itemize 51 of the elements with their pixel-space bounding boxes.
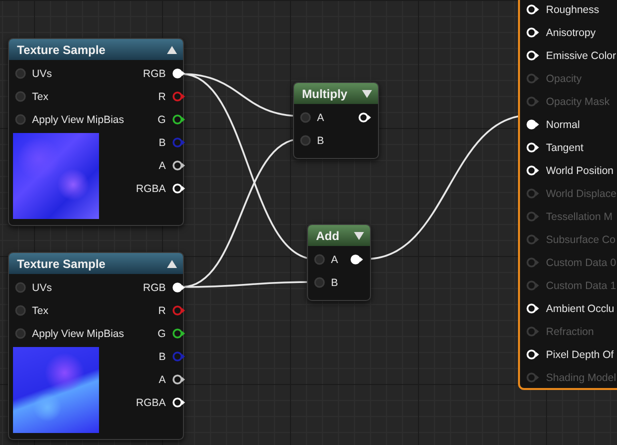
pin-label: World Position bbox=[546, 164, 614, 176]
node-header[interactable]: Texture Sample bbox=[9, 39, 183, 60]
pin-label: B bbox=[158, 350, 166, 362]
pin-label: Pixel Depth Of bbox=[546, 348, 614, 360]
pin-label: RGBA bbox=[136, 396, 166, 408]
pin-label: Custom Data 0 bbox=[546, 256, 616, 268]
pin-label: R bbox=[158, 90, 166, 102]
node-card[interactable]: Texture Sample UVs Tex Apply View MipBias RGB R G B A RGBA bbox=[8, 252, 184, 440]
pin-label: Ambient Occlu bbox=[546, 302, 614, 314]
pin-label: A bbox=[331, 254, 338, 266]
node-card[interactable]: Texture Sample UVs Tex Apply View MipBias RGB R G B A RGBA bbox=[8, 38, 184, 226]
pin-label: B bbox=[158, 136, 166, 148]
node-title: Texture Sample bbox=[17, 256, 106, 270]
pin-label: Tex bbox=[32, 90, 48, 102]
node-header[interactable]: Add bbox=[308, 225, 370, 246]
pin-label: Opacity Mask bbox=[546, 96, 610, 108]
pin-label: Roughness bbox=[546, 4, 600, 16]
pin-label: Emissive Color bbox=[546, 50, 616, 62]
pin-label: A bbox=[158, 374, 166, 386]
pin-label: RGBA bbox=[136, 182, 166, 194]
node-card[interactable]: Add A B bbox=[307, 224, 371, 301]
pin-label: G bbox=[158, 114, 166, 126]
node-title: Multiply bbox=[302, 86, 348, 100]
pin-label: Tangent bbox=[546, 142, 584, 154]
pin-label: B bbox=[317, 134, 324, 146]
node-card[interactable]: Multiply A B bbox=[293, 82, 379, 159]
pin-label: Shading Model bbox=[546, 372, 616, 384]
pin-label: RGB bbox=[143, 282, 166, 294]
pin-label: Tessellation M bbox=[546, 210, 613, 222]
pin-label: Custom Data 1 bbox=[546, 280, 616, 292]
node-title: Add bbox=[316, 228, 340, 242]
pin-label: R bbox=[158, 304, 166, 316]
pin-label: G bbox=[158, 328, 166, 340]
node-header[interactable]: Multiply bbox=[294, 83, 378, 104]
pin-label: Tex bbox=[32, 304, 48, 316]
pin-label: Apply View MipBias bbox=[32, 328, 124, 340]
pin-label: Anisotropy bbox=[546, 26, 596, 38]
pin-label: A bbox=[158, 160, 166, 172]
pin-label: UVs bbox=[32, 68, 52, 80]
pin-label: Refraction bbox=[546, 326, 594, 338]
pin-label: Opacity bbox=[546, 72, 582, 84]
pin-label: A bbox=[317, 112, 324, 124]
pin-label: B bbox=[331, 276, 338, 288]
pin-label: Subsurface Co bbox=[546, 234, 616, 246]
pin-label: World Displace bbox=[546, 188, 616, 200]
pin-label: Normal bbox=[546, 118, 580, 130]
pin-label: RGB bbox=[143, 68, 166, 80]
node-header[interactable]: Texture Sample bbox=[9, 253, 183, 274]
node-title: Texture Sample bbox=[17, 42, 106, 56]
pin-label: Apply View MipBias bbox=[32, 114, 124, 126]
pin-label: UVs bbox=[32, 282, 52, 294]
